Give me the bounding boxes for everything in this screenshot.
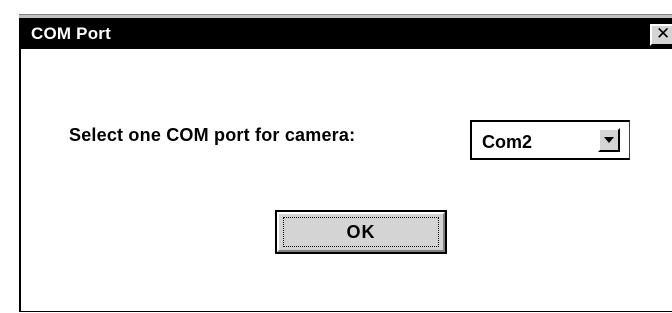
close-icon: ✕ — [656, 24, 671, 44]
com-port-select-value: Com2 — [482, 132, 533, 152]
com-port-dialog: COM Port ✕ Select one COM port for camer… — [19, 18, 672, 312]
chevron-down-icon — [604, 137, 614, 143]
dropdown-arrow-button[interactable] — [598, 128, 620, 152]
com-port-prompt-label: Select one COM port for camera: — [69, 125, 356, 145]
title-bar[interactable]: COM Port ✕ — [21, 19, 672, 49]
close-button[interactable]: ✕ — [650, 24, 672, 46]
com-port-select[interactable]: Com2 — [470, 120, 630, 160]
ok-button-label: OK — [346, 222, 376, 242]
ok-button[interactable]: OK — [275, 210, 447, 254]
window-title: COM Port — [31, 24, 111, 43]
